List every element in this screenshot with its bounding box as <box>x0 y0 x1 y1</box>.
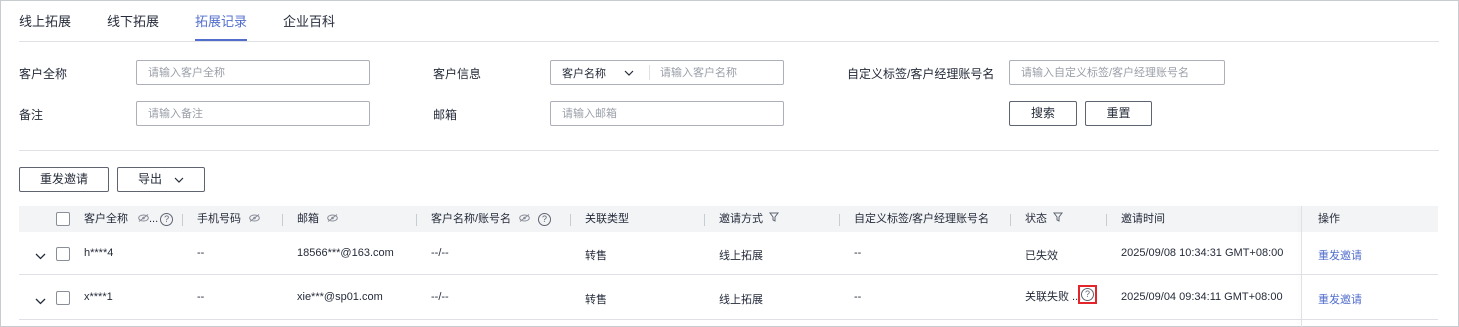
cell-email: 18566***@163.com <box>297 247 394 259</box>
column-divider <box>839 214 840 226</box>
custom-tag-input[interactable] <box>1009 60 1225 85</box>
col-email-label: 邮箱 <box>297 213 319 225</box>
search-button[interactable]: 搜索 <box>1009 101 1077 126</box>
cell-customer-name: x****1 <box>84 291 113 303</box>
tab-online-expand[interactable]: 线上拓展 <box>19 0 71 41</box>
form-divider <box>19 150 1439 151</box>
col-invite-method-label: 邀请方式 <box>719 213 763 225</box>
expand-chevron-icon[interactable] <box>35 294 46 308</box>
chevron-down-icon <box>624 67 634 79</box>
export-label: 导出 <box>137 172 162 186</box>
tab-offline-expand[interactable]: 线下拓展 <box>107 0 159 41</box>
column-divider <box>182 214 183 226</box>
col-customer-full-name: 客户全称 ... ? <box>84 206 174 232</box>
tab-enterprise-wiki[interactable]: 企业百科 <box>283 0 335 41</box>
eye-off-icon[interactable] <box>519 206 530 232</box>
cell-invite-method: 线上拓展 <box>719 250 763 262</box>
col-action: 操作 <box>1318 213 1340 225</box>
cell-invite-time: 2025/09/08 10:34:31 GMT+08:00 <box>1121 247 1284 259</box>
customer-info-select-value: 客户名称 <box>562 67 606 80</box>
col-email: 邮箱 <box>297 206 338 232</box>
cell-account: --/-- <box>431 291 449 303</box>
cell-relation-type: 转售 <box>585 294 607 306</box>
col-custom-tag: 自定义标签/客户经理账号名 <box>854 213 990 225</box>
cell-status: 已失效 <box>1025 250 1058 262</box>
table-header: 客户全称 ... ? 手机号码 邮箱 客户名称/账号名 ? 关联类型 邀请方式 <box>19 206 1438 232</box>
customer-info-label: 客户信息 <box>433 67 482 81</box>
col-customer-account: 客户名称/账号名 ? <box>431 206 552 232</box>
column-divider <box>570 214 571 226</box>
resend-invite-button[interactable]: 重发邀请 <box>19 167 109 192</box>
customer-info-field: 客户名称 <box>550 60 784 85</box>
customer-info-select[interactable]: 客户名称 <box>551 65 650 80</box>
col-status-label: 状态 <box>1025 213 1047 225</box>
column-divider <box>1106 214 1107 226</box>
tab-bar: 线上拓展 线下拓展 拓展记录 企业百科 <box>19 0 371 41</box>
cell-phone: -- <box>197 291 205 303</box>
col-status: 状态 <box>1025 206 1063 232</box>
cell-relation-type: 转售 <box>585 250 607 262</box>
col-phone: 手机号码 <box>197 206 260 232</box>
help-icon[interactable]: ? <box>160 212 174 226</box>
remark-input[interactable] <box>136 101 370 126</box>
tabs-divider <box>19 41 1439 42</box>
eye-off-icon[interactable] <box>327 206 338 232</box>
table-row: x****1 -- xie***@sp01.com --/-- 转售 线上拓展 … <box>19 275 1438 320</box>
tab-expand-records[interactable]: 拓展记录 <box>195 0 248 41</box>
custom-tag-label: 自定义标签/客户经理账号名 <box>847 67 995 81</box>
row-checkbox[interactable] <box>56 291 70 305</box>
email-input[interactable] <box>550 101 784 126</box>
col-customer-full-name-ellipsis: ... <box>149 213 159 225</box>
column-divider <box>282 214 283 226</box>
eye-off-icon[interactable] <box>138 206 149 232</box>
chevron-down-icon <box>174 168 184 191</box>
status-help-icon[interactable]: ? <box>1081 288 1094 301</box>
cell-invite-method: 线上拓展 <box>719 294 763 306</box>
customer-info-input[interactable] <box>650 66 780 79</box>
expand-chevron-icon[interactable] <box>35 249 46 263</box>
reset-button[interactable]: 重置 <box>1085 101 1152 126</box>
export-dropdown-button[interactable]: 导出 <box>117 167 205 192</box>
row-checkbox[interactable] <box>56 247 70 261</box>
cell-custom-tag: -- <box>854 291 862 303</box>
cell-custom-tag: -- <box>854 247 862 259</box>
column-divider <box>704 214 705 226</box>
cell-phone: -- <box>197 247 205 259</box>
col-customer-full-name-label: 客户全称 <box>84 213 128 225</box>
col-invite-method: 邀请方式 <box>719 206 779 232</box>
column-divider <box>416 214 417 226</box>
filter-icon[interactable] <box>1053 206 1063 232</box>
cell-status: 关联失败 ... <box>1025 291 1082 303</box>
col-invite-time: 邀请时间 <box>1121 213 1165 225</box>
help-icon[interactable]: ? <box>538 212 552 226</box>
remark-label: 备注 <box>19 108 44 122</box>
cell-customer-name: h****4 <box>84 247 114 259</box>
eye-off-icon[interactable] <box>249 206 260 232</box>
email-label: 邮箱 <box>433 108 458 122</box>
column-divider <box>1010 214 1011 226</box>
resend-invite-link[interactable]: 重发邀请 <box>1318 291 1362 307</box>
action-column-divider <box>1301 206 1302 327</box>
col-phone-label: 手机号码 <box>197 213 241 225</box>
cell-email: xie***@sp01.com <box>297 291 383 303</box>
select-all-checkbox[interactable] <box>56 212 70 226</box>
filter-icon[interactable] <box>769 206 779 232</box>
col-customer-account-label: 客户名称/账号名 <box>431 213 512 225</box>
col-relation-type: 关联类型 <box>585 213 629 225</box>
resend-invite-link[interactable]: 重发邀请 <box>1318 247 1362 263</box>
cell-account: --/-- <box>431 247 449 259</box>
table-row: h****4 -- 18566***@163.com --/-- 转售 线上拓展… <box>19 232 1438 275</box>
customer-full-name-label: 客户全称 <box>19 67 68 81</box>
cell-invite-time: 2025/09/04 09:34:11 GMT+08:00 <box>1121 291 1283 303</box>
customer-full-name-input[interactable] <box>136 60 370 85</box>
